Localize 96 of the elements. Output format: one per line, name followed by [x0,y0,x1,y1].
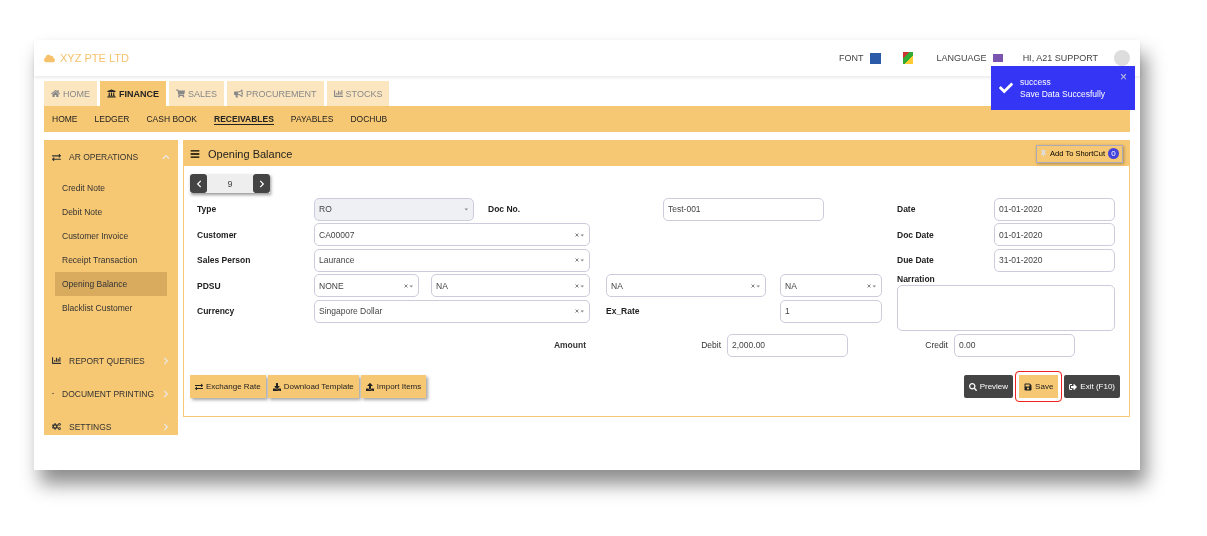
exit-icon [1069,382,1078,391]
toast-message: Save Data Succesfully [1020,88,1107,100]
search-icon [968,382,977,391]
bar-chart-icon [333,89,343,98]
sidebar-item[interactable]: Customer Invoice [55,224,167,248]
chevron-up-icon [162,153,170,161]
bank-icon [107,89,116,98]
clear-caret-icon [575,257,585,263]
menu-icon[interactable] [190,148,200,159]
clear-caret-icon [575,231,585,238]
sidebar-item[interactable]: Opening Balance [55,272,167,296]
sidebar-section[interactable]: SETTINGS [44,410,178,443]
action-button[interactable]: Exchange Rate [190,375,266,398]
date-field[interactable]: 01-01-2020 [994,197,1115,221]
close-button[interactable]: × [1120,70,1127,84]
cart-icon [176,89,185,98]
input-field[interactable]: 1 [780,299,882,323]
toast-title: success [1020,76,1052,88]
download-icon [272,382,281,391]
action-button[interactable]: Preview [963,375,1014,398]
select-field[interactable]: Laurance [314,248,590,272]
field-label: Due Date [897,255,935,265]
clear-caret-icon [867,282,877,289]
user-greeting[interactable]: HI, A21 SUPPORT [1022,53,1098,63]
sidebar-item[interactable]: Receipt Transaction [55,248,167,272]
chevron-right-icon [257,179,266,188]
upload-icon [365,382,374,391]
chevron-left-icon [194,179,203,188]
home-icon [51,89,60,98]
font-label: FONT [839,53,864,63]
sidebar-item[interactable]: Blacklist Customer [55,296,167,320]
sidebar-item[interactable]: Debit Note [55,200,167,224]
clear-caret-icon [575,308,585,314]
module-tab[interactable]: FINANCE [100,81,166,106]
menu-link[interactable]: CASH BOOK [146,114,197,124]
field-label: Sales Person [197,255,252,265]
action-button[interactable]: Save [1015,371,1063,402]
cloud-icon [44,52,55,64]
field-label: Narration [897,273,936,284]
action-button[interactable]: Exit (F10) [1064,375,1120,398]
select-field[interactable]: CA00007 [314,223,590,246]
megaphone-icon [234,89,244,98]
field-label: Doc Date [897,229,935,240]
field-label: Customer [197,229,238,240]
field-label: Debit [700,340,722,350]
sidebar-section[interactable]: REPORT QUERIES [44,344,178,377]
check-icon [999,81,1013,95]
panel-title: Opening Balance [208,147,294,160]
input-field[interactable]: 0.00 [954,333,1075,357]
sidebar-section[interactable]: AR OPERATIONS [44,144,178,170]
field-label: PDSU [197,280,222,291]
field-label: Amount [552,340,587,350]
clear-caret-icon [404,282,414,289]
menu-link[interactable]: DOCHUB [350,114,388,124]
menu-link[interactable]: HOME [52,114,78,124]
select-field[interactable]: NA [606,274,766,297]
clear-caret-icon [575,282,585,289]
chevron-right-icon [162,389,170,398]
sidebar-section[interactable]: DOCUMENT PRINTING [44,377,178,410]
menu-link[interactable]: LEDGER [94,114,130,124]
flag-icon[interactable] [902,52,913,64]
select-field[interactable]: RO [314,197,474,221]
field-label: Currency [197,306,236,316]
field-label: Type [197,204,218,214]
next-button[interactable] [253,174,270,193]
previous-button[interactable] [190,174,207,193]
field-label: Credit [924,340,949,350]
select-field[interactable]: NA [431,274,590,297]
action-button[interactable]: Import Items [360,375,427,398]
action-button[interactable]: Download Template [267,375,359,398]
input-field[interactable]: Test-001 [663,197,824,221]
select-field[interactable]: Singapore Dollar [314,299,590,323]
font-size-icon[interactable] [869,52,881,64]
count-badge: 0 [1108,148,1119,159]
pin-icon [1040,150,1048,157]
flag-icon[interactable] [992,54,1003,62]
menu-link[interactable]: PAYABLES [290,114,334,124]
gears-icon [52,422,61,431]
company-name-text: XYZ PTE LTD [60,52,129,64]
chevron-right-icon [162,356,170,365]
sidebar-item[interactable]: Credit Note [55,176,167,200]
bar-chart-icon [52,356,61,365]
field-label: Date [897,204,917,214]
select-field[interactable]: NONE [314,274,419,297]
field-label: Ex_Rate [606,306,641,316]
input-field[interactable]: 2,000.00 [727,333,848,357]
date-field[interactable]: 31-01-2020 [994,248,1115,272]
menu-link[interactable]: RECEIVABLES [214,113,274,125]
record-number: 9 [207,174,253,193]
date-field[interactable]: 01-01-2020 [994,223,1115,246]
field-label: Doc No. [488,204,522,214]
caret-icon [464,206,469,212]
chevron-right-icon [162,422,170,431]
select-field[interactable]: NA [780,274,882,297]
clear-caret-icon [751,282,761,289]
language-label[interactable]: LANGUAGE [936,53,987,63]
